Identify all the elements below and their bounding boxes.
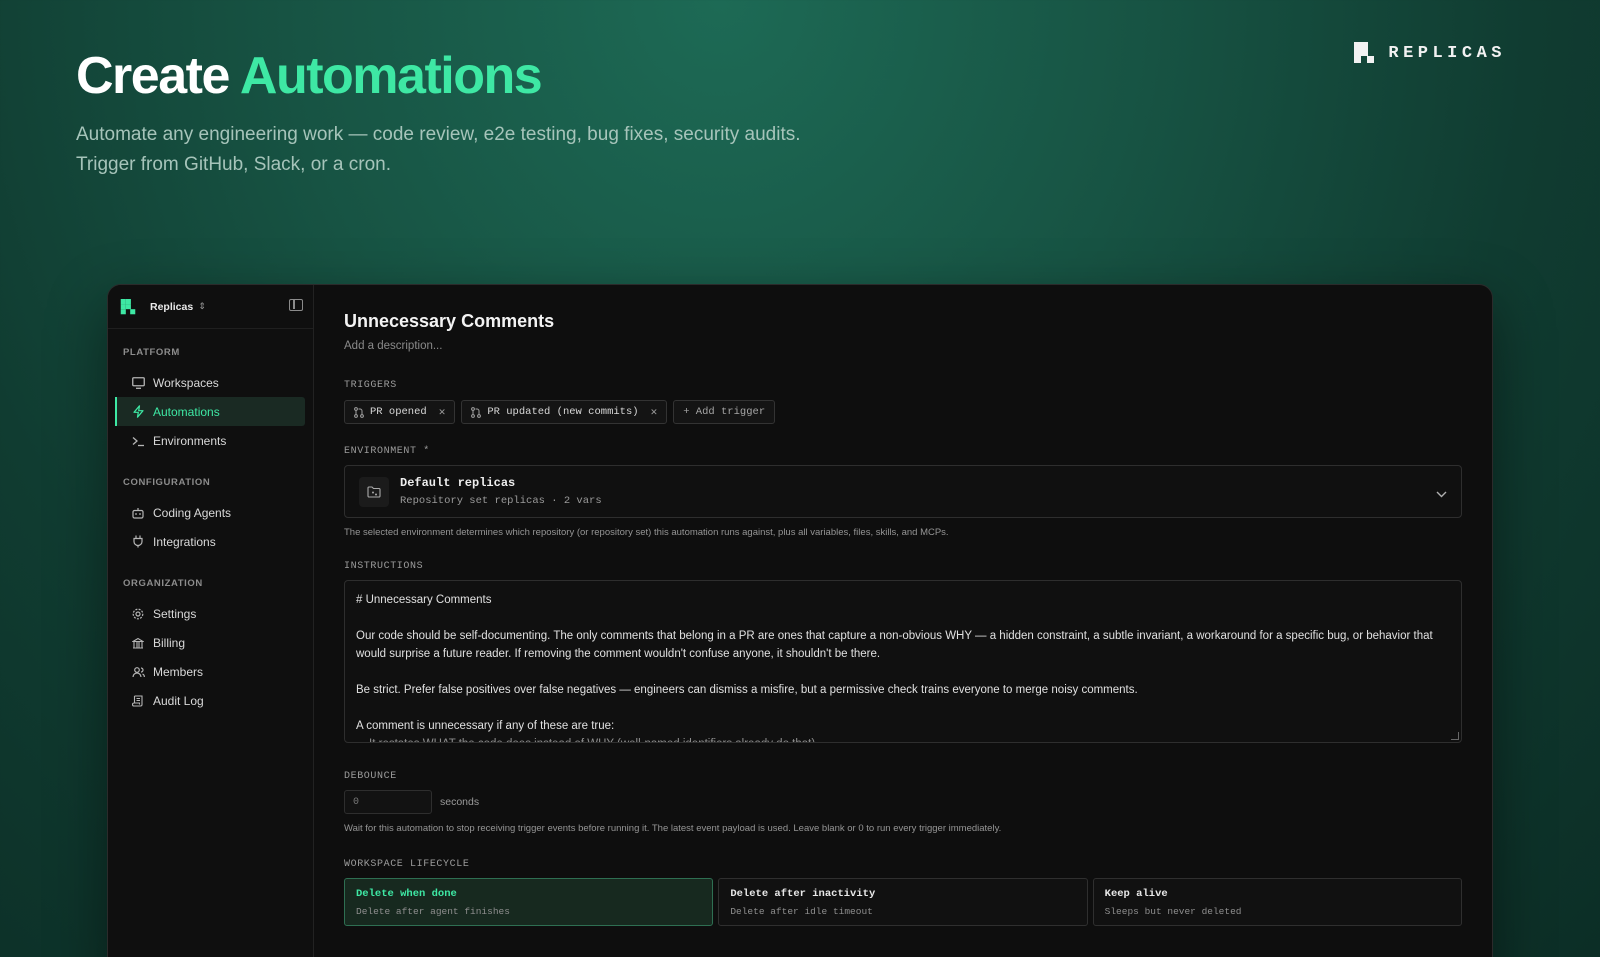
users-icon (131, 665, 145, 679)
sidebar-item-workspaces[interactable]: Workspaces (116, 368, 305, 397)
lifecycle-option-name: Keep alive (1104, 888, 1168, 900)
chevron-updown-icon: ⇕ (198, 301, 206, 311)
instructions-paragraph: A comment is unnecessary if any of these… (356, 720, 615, 732)
monitor-icon (131, 376, 145, 390)
trigger-label: PR updated (new commits) (487, 406, 639, 418)
sidebar-item-label: Billing (153, 635, 186, 650)
environment-info: Default replicas Repository set replicas… (400, 476, 602, 507)
sidebar-item-coding-agents[interactable]: Coding Agents (116, 498, 305, 527)
environment-help: The selected environment determines whic… (344, 527, 949, 538)
lifecycle-option-desc: Delete after idle timeout (730, 906, 873, 917)
remove-trigger-icon[interactable]: ✕ (651, 405, 658, 419)
hero-title-accent: Automations (239, 47, 543, 105)
sidebar-item-label: Environments (153, 433, 227, 448)
trigger-chip[interactable]: PR opened ✕ (344, 400, 456, 424)
instructions-textarea[interactable]: # Unnecessary Comments Our code should b… (344, 580, 1462, 743)
lifecycle-option-delete-when-done[interactable]: Delete when done Delete after agent fini… (344, 878, 714, 926)
resize-handle-icon[interactable] (1451, 732, 1459, 740)
sidebar-item-label: Audit Log (153, 693, 204, 708)
instructions-paragraph: Our code should be self-documenting. The… (356, 630, 1433, 660)
automation-editor: Unnecessary Comments Add a description..… (314, 285, 1492, 957)
replicas-logo-icon (120, 298, 136, 314)
scroll-icon (131, 694, 145, 708)
sidebar-section-configuration: CONFIGURATION Coding Agents Integrations (108, 477, 313, 556)
terminal-icon (131, 434, 145, 448)
sidebar-item-audit-log[interactable]: Audit Log (116, 686, 305, 715)
sidebar-item-label: Workspaces (153, 375, 219, 390)
sidebar: Replicas ⇕ PLATFORM Workspaces Automatio… (108, 285, 314, 957)
debounce-unit: seconds (440, 796, 480, 808)
environment-name: Default replicas (400, 476, 516, 490)
sidebar-section-organization: ORGANIZATION Settings Billing Members Au… (108, 578, 313, 715)
triggers-list: PR opened ✕ PR updated (new commits) ✕ +… (344, 400, 1462, 424)
trigger-label: PR opened (370, 406, 427, 418)
folder-git-icon (359, 476, 389, 507)
hero: Create Automations Automate any engineer… (76, 44, 801, 180)
bot-icon (131, 506, 145, 520)
hero-subtitle-line: Trigger from GitHub, Slack, or a cron. (76, 154, 392, 175)
chevron-down-icon (1436, 485, 1447, 503)
sidebar-item-label: Settings (153, 606, 197, 621)
sidebar-toggle-icon[interactable] (289, 299, 303, 311)
plug-icon (131, 535, 145, 549)
environment-meta: Repository set replicas · 2 vars (400, 495, 602, 507)
sidebar-item-settings[interactable]: Settings (116, 599, 305, 628)
automation-title[interactable]: Unnecessary Comments (344, 311, 1462, 332)
lifecycle-option-keep-alive[interactable]: Keep alive Sleeps but never deleted (1092, 878, 1462, 926)
lifecycle-options: Delete when done Delete after agent fini… (344, 878, 1462, 926)
lifecycle-option-name: Delete when done (356, 888, 457, 900)
hero-title: Create Automations (76, 44, 801, 108)
description-input[interactable]: Add a description... (344, 340, 1462, 352)
git-pull-request-icon (354, 406, 364, 418)
sidebar-item-members[interactable]: Members (116, 657, 305, 686)
debounce-help: Wait for this automation to stop receivi… (344, 823, 1002, 834)
hero-subtitle: Automate any engineering work — code rev… (76, 120, 801, 180)
instructions-heading: # Unnecessary Comments (356, 594, 492, 606)
trigger-chip[interactable]: PR updated (new commits) ✕ (461, 400, 668, 424)
sidebar-item-label: Automations (153, 404, 220, 419)
sidebar-item-integrations[interactable]: Integrations (116, 527, 305, 556)
debounce-input[interactable]: 0 (344, 790, 432, 814)
hero-subtitle-line: Automate any engineering work — code rev… (76, 124, 801, 145)
replicas-logo-icon (1354, 42, 1375, 63)
sidebar-item-label: Coding Agents (153, 505, 232, 520)
gear-icon (131, 607, 145, 621)
sidebar-item-billing[interactable]: Billing (116, 628, 305, 657)
lifecycle-option-delete-after-inactivity[interactable]: Delete after inactivity Delete after idl… (718, 878, 1088, 926)
sidebar-section-label: PLATFORM (123, 347, 180, 358)
lifecycle-option-desc: Delete after agent finishes (356, 906, 510, 917)
sidebar-section-label: CONFIGURATION (123, 477, 211, 488)
sidebar-section-label: ORGANIZATION (123, 578, 203, 589)
sidebar-item-automations[interactable]: Automations (115, 397, 305, 426)
app-window: Replicas ⇕ PLATFORM Workspaces Automatio… (107, 284, 1493, 957)
add-trigger-button[interactable]: + Add trigger (673, 400, 776, 424)
lifecycle-option-name: Delete after inactivity (730, 888, 876, 900)
lifecycle-label: WORKSPACE LIFECYCLE (344, 859, 470, 870)
brand-name: REPLICAS (1388, 43, 1506, 63)
billing-icon (131, 636, 145, 650)
lifecycle-option-desc: Sleeps but never deleted (1104, 906, 1242, 917)
sidebar-section-platform: PLATFORM Workspaces Automations Environm… (108, 347, 313, 455)
triggers-label: TRIGGERS (344, 380, 397, 391)
git-pull-request-icon (471, 406, 482, 418)
sidebar-item-label: Members (153, 664, 204, 679)
environment-label: ENVIRONMENT * (344, 446, 430, 457)
debounce-row: 0 seconds (344, 790, 1462, 814)
org-name: Replicas (150, 300, 194, 313)
sidebar-item-environments[interactable]: Environments (116, 426, 305, 455)
org-switcher[interactable]: Replicas ⇕ (108, 285, 313, 329)
bolt-icon (131, 405, 145, 419)
hero-title-plain: Create (76, 47, 230, 105)
brand: REPLICAS (1354, 42, 1506, 64)
debounce-label: DEBOUNCE (344, 771, 397, 782)
sidebar-item-label: Integrations (153, 534, 216, 549)
environment-select[interactable]: Default replicas Repository set replicas… (344, 465, 1462, 518)
instructions-label: INSTRUCTIONS (344, 561, 424, 572)
instructions-paragraph: - It restates WHAT the code does instead… (356, 735, 1450, 742)
remove-trigger-icon[interactable]: ✕ (439, 405, 446, 419)
instructions-paragraph: Be strict. Prefer false positives over f… (356, 684, 1138, 696)
